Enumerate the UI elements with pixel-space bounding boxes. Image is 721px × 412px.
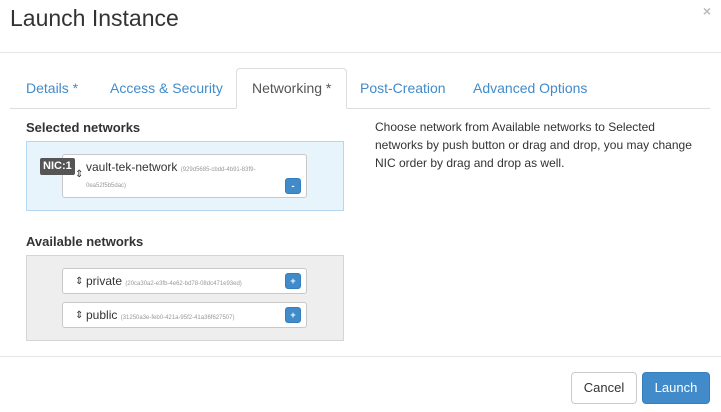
networking-help-text: Choose network from Available networks t… xyxy=(375,120,692,170)
tab-access-security[interactable]: Access & Security xyxy=(94,68,239,106)
cancel-button[interactable]: Cancel xyxy=(571,372,637,404)
drag-sort-icon[interactable]: ⇕ xyxy=(75,170,83,180)
selected-network-id: (929d5685-cbdd-4b91-83f9- xyxy=(180,167,256,173)
drag-sort-icon[interactable]: ⇕ xyxy=(75,311,83,321)
drag-sort-icon[interactable]: ⇕ xyxy=(75,277,83,287)
tab-bar: Details * Access & Security Networking *… xyxy=(10,68,710,109)
add-network-button[interactable]: + xyxy=(285,307,301,323)
tab-networking[interactable]: Networking * xyxy=(236,68,348,109)
tab-post-creation[interactable]: Post-Creation xyxy=(344,68,462,106)
selected-networks-title: Selected networks xyxy=(26,120,141,135)
selected-network-name: vault-tek-network (929d5685-cbdd-4b91-83… xyxy=(86,160,256,174)
modal-title: Launch Instance xyxy=(10,5,179,31)
available-network-id: (20ca30a2-e3fb-4e62-bd78-08dc471e93ed) xyxy=(125,281,242,287)
tab-details[interactable]: Details * xyxy=(10,68,94,106)
remove-network-button[interactable]: - xyxy=(285,178,301,194)
add-network-button[interactable]: + xyxy=(285,273,301,289)
tab-advanced-options[interactable]: Advanced Options xyxy=(457,68,603,106)
modal-header: Launch Instance × xyxy=(0,0,721,53)
available-networks-title: Available networks xyxy=(26,234,144,249)
selected-network-id-cont: 0ea52f5b5dac) xyxy=(86,183,127,189)
available-network-name: private (20ca30a2-e3fb-4e62-bd78-08dc471… xyxy=(86,274,242,288)
available-network-name: public (31250a3e-feb0-421a-95f2-41a36f62… xyxy=(86,308,235,322)
launch-button[interactable]: Launch xyxy=(642,372,710,404)
launch-instance-modal: Launch Instance × Details * Access & Sec… xyxy=(0,0,721,411)
available-network-id: (31250a3e-feb0-421a-95f2-41a36f627507) xyxy=(120,315,235,321)
close-icon[interactable]: × xyxy=(703,3,711,19)
nic-badge: NIC:1 xyxy=(40,158,75,175)
